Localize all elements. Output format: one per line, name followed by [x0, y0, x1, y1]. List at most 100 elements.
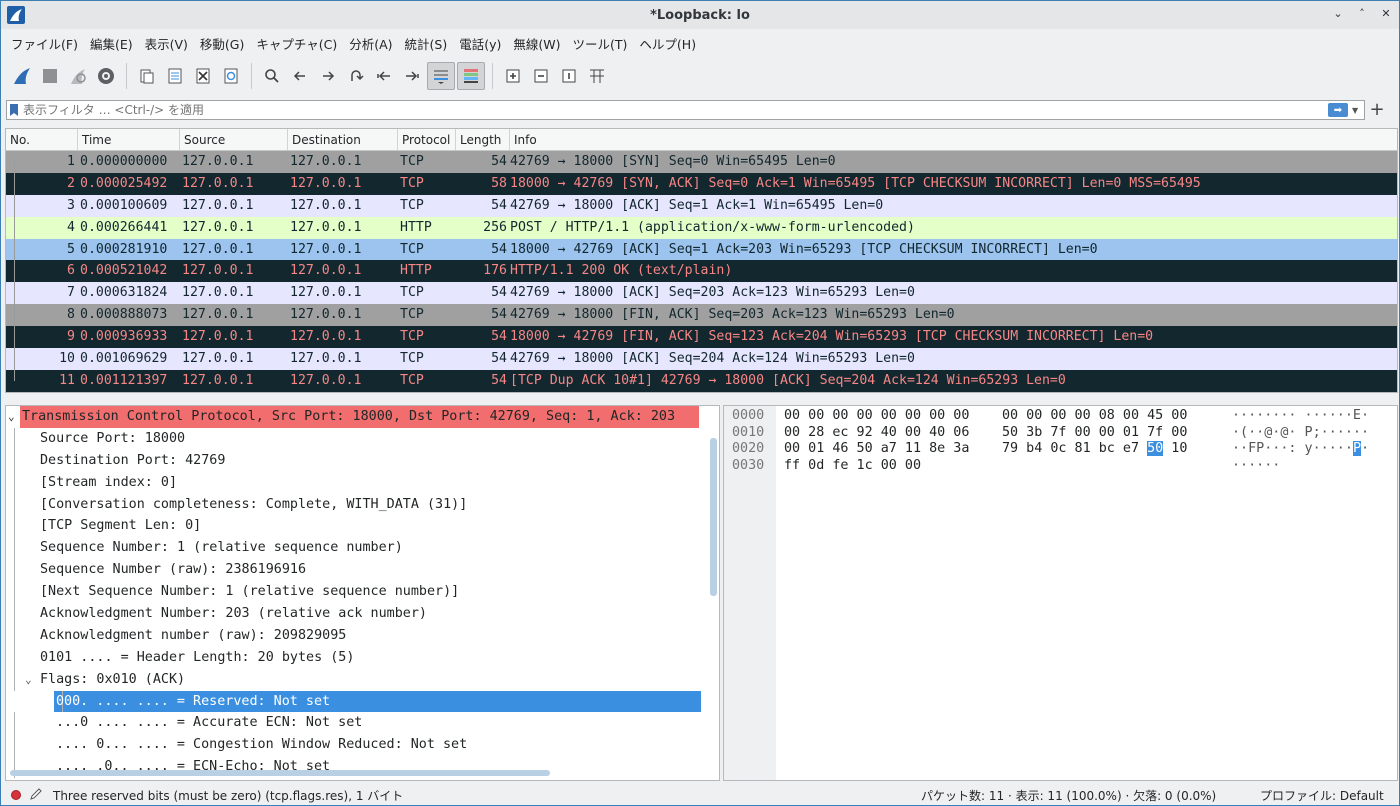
tree-item[interactable]: Sequence Number: 1 (relative sequence nu… — [6, 537, 719, 560]
details-vertical-scrollbar[interactable] — [710, 438, 717, 596]
menu-edit[interactable]: 編集(E) — [86, 34, 141, 53]
shark-fin-start-icon[interactable] — [9, 63, 35, 89]
column-header-destination[interactable]: Destination — [288, 129, 398, 150]
maximize-icon[interactable]: ˄ — [1355, 7, 1369, 20]
packet-row[interactable]: 6 0.000521042 127.0.0.1 127.0.0.1 HTTP 176 HTT… — [6, 260, 1397, 283]
packet-row[interactable]: 4 0.000266441 127.0.0.1 127.0.0.1 HTTP 256 POS… — [6, 216, 1397, 239]
close-icon[interactable]: ✕ — [1379, 7, 1393, 20]
packet-cell-no: 4 — [67, 219, 75, 235]
packet-cell-len: 54 — [491, 351, 507, 367]
menu-telephony[interactable]: 電話(y) — [455, 34, 509, 53]
tree-item[interactable]: 0101 .... = Header Length: 20 bytes (5) — [6, 646, 719, 669]
tree-expander-chevron-icon[interactable]: ⌄ — [25, 669, 32, 691]
hex-bytes-second-half[interactable]: 00 00 00 00 08 00 45 00 — [1002, 408, 1187, 425]
find-icon[interactable] — [259, 63, 285, 89]
column-header-source[interactable]: Source — [180, 129, 288, 150]
tree-item[interactable]: .... 0... .... = Congestion Window Reduc… — [6, 734, 719, 757]
tree-item[interactable]: [TCP Segment Len: 0] — [6, 515, 719, 538]
hex-bytes-first-half[interactable]: 00 28 ec 92 40 00 40 06 — [784, 425, 969, 442]
menu-view[interactable]: 表示(V) — [141, 34, 196, 53]
filter-bookmark-icon[interactable] — [7, 101, 21, 119]
go-to-packet-icon[interactable] — [343, 63, 369, 89]
colorize-icon[interactable] — [457, 62, 485, 90]
tree-item[interactable]: [Next Sequence Number: 1 (relative seque… — [6, 581, 719, 604]
tree-expander-chevron-icon[interactable]: ⌄ — [8, 406, 15, 428]
resize-columns-icon[interactable] — [584, 63, 610, 89]
packet-bytes-pane: 0000 00 00 00 00 00 00 00 00 00 00 00 00 0… — [723, 405, 1398, 781]
packet-row[interactable]: 3 0.000100609 127.0.0.1 127.0.0.1 TCP 54 42769… — [6, 194, 1397, 217]
tree-item[interactable]: Sequence Number (raw): 2386196916 — [6, 559, 719, 582]
tree-item[interactable]: Source Port: 18000 — [6, 427, 719, 450]
column-header-info[interactable]: Info — [510, 129, 1397, 150]
apply-filter-arrow-icon[interactable]: ➡ — [1328, 103, 1348, 117]
reload-icon[interactable] — [218, 63, 244, 89]
go-back-icon[interactable] — [287, 63, 313, 89]
packet-rows: 1 0.000000000 127.0.0.1 127.0.0.1 TCP 54 42769… — [6, 151, 1397, 392]
menu-statistics[interactable]: 統計(S) — [401, 34, 456, 53]
packet-cell-dst: 127.0.0.1 — [290, 307, 362, 323]
tree-item-label: 000. .... .... = Reserved: Not set — [56, 693, 331, 709]
close-file-icon[interactable] — [190, 63, 216, 89]
hex-ascii[interactable]: ········ ······E· — [1232, 408, 1369, 425]
tree-item[interactable]: 000. .... .... = Reserved: Not set — [54, 690, 701, 713]
capture-options-icon[interactable] — [93, 63, 119, 89]
details-horizontal-scrollbar[interactable] — [10, 770, 550, 776]
tree-item[interactable]: Destination Port: 42769 — [6, 449, 719, 472]
menu-help[interactable]: ヘルプ(H) — [635, 34, 704, 53]
go-forward-icon[interactable] — [315, 63, 341, 89]
packet-cell-src: 127.0.0.1 — [182, 175, 254, 191]
packet-row[interactable]: 10 0.001069629 127.0.0.1 127.0.0.1 TCP 54 4276… — [6, 348, 1397, 370]
menu-capture[interactable]: キャプチャ(C) — [252, 34, 345, 53]
hex-bytes-second-half[interactable]: 50 3b 7f 00 00 01 7f 00 — [1002, 425, 1187, 442]
normal-size-icon[interactable] — [556, 63, 582, 89]
tree-item[interactable]: ⌄ Flags: 0x010 (ACK) — [6, 668, 719, 691]
restart-icon[interactable] — [65, 63, 91, 89]
tree-item[interactable]: [Conversation completeness: Complete, WI… — [6, 493, 719, 516]
hex-bytes-first-half[interactable]: 00 00 00 00 00 00 00 00 — [784, 408, 969, 425]
status-profile[interactable]: プロファイル: Default — [1260, 787, 1384, 804]
tree-item-label: Acknowledgment Number: 203 (relative ack… — [40, 606, 427, 622]
filter-dropdown-chevron-icon[interactable]: ▼ — [1352, 106, 1364, 115]
capture-comment-edit-icon[interactable] — [29, 787, 43, 804]
hex-bytes-first-half[interactable]: ff 0d fe 1c 00 00 — [784, 458, 921, 475]
hex-ascii[interactable]: ·(··@·@· P;······ — [1232, 425, 1369, 442]
conversation-gutter-line — [14, 216, 15, 239]
column-header-protocol[interactable]: Protocol — [398, 129, 456, 150]
last-packet-icon[interactable] — [399, 63, 425, 89]
menu-go[interactable]: 移動(G) — [196, 34, 252, 53]
packet-row[interactable]: 11 0.001121397 127.0.0.1 127.0.0.1 TCP 54 [TCP… — [6, 369, 1397, 392]
stop-icon[interactable] — [37, 63, 63, 89]
menu-wireless[interactable]: 無線(W) — [509, 34, 568, 53]
column-header-length[interactable]: Length — [456, 129, 510, 150]
zoom-in-icon[interactable] — [500, 63, 526, 89]
tree-item[interactable]: [Stream index: 0] — [6, 471, 719, 494]
zoom-out-icon[interactable] — [528, 63, 554, 89]
menu-tools[interactable]: ツール(T) — [569, 34, 636, 53]
expert-info-indicator-icon[interactable] — [11, 790, 21, 800]
hex-ascii[interactable]: ······ — [1232, 458, 1280, 475]
menu-file[interactable]: ファイル(F) — [7, 34, 86, 53]
packet-row[interactable]: 2 0.000025492 127.0.0.1 127.0.0.1 TCP 58 18000… — [6, 172, 1397, 195]
tree-item[interactable]: Acknowledgment number (raw): 209829095 — [6, 624, 719, 647]
packet-row[interactable]: 8 0.000888073 127.0.0.1 127.0.0.1 TCP 54 42769… — [6, 304, 1397, 327]
packet-row[interactable]: 7 0.000631824 127.0.0.1 127.0.0.1 TCP 54 42769… — [6, 282, 1397, 305]
autoscroll-icon[interactable] — [427, 62, 455, 90]
tree-item[interactable]: ...0 .... .... = Accurate ECN: Not set — [6, 712, 719, 735]
hex-bytes-second-half[interactable]: 79 b4 0c 81 bc e7 50 10 — [1002, 441, 1187, 458]
display-filter-input[interactable] — [21, 103, 1328, 117]
menu-analyze[interactable]: 分析(A) — [345, 34, 400, 53]
packet-row[interactable]: 5 0.000281910 127.0.0.1 127.0.0.1 TCP 54 18000… — [6, 238, 1397, 261]
column-header-no[interactable]: No. — [6, 129, 78, 150]
packet-row[interactable]: 1 0.000000000 127.0.0.1 127.0.0.1 TCP 54 42769… — [6, 151, 1397, 173]
open-file-icon[interactable] — [134, 63, 160, 89]
hex-ascii[interactable]: ··FP···: y·····P· — [1232, 441, 1369, 458]
tree-item[interactable]: ⌄ Transmission Control Protocol, Src Port… — [8, 406, 699, 428]
add-filter-button-plus-icon[interactable]: + — [1367, 99, 1387, 121]
hex-bytes-first-half[interactable]: 00 01 46 50 a7 11 8e 3a — [784, 441, 969, 458]
save-file-icon[interactable] — [162, 63, 188, 89]
minimize-icon[interactable]: ⌄ — [1331, 7, 1345, 20]
column-header-time[interactable]: Time — [78, 129, 180, 150]
tree-item[interactable]: Acknowledgment Number: 203 (relative ack… — [6, 603, 719, 625]
first-packet-icon[interactable] — [371, 63, 397, 89]
packet-row[interactable]: 9 0.000936933 127.0.0.1 127.0.0.1 TCP 54 18000… — [6, 326, 1397, 349]
